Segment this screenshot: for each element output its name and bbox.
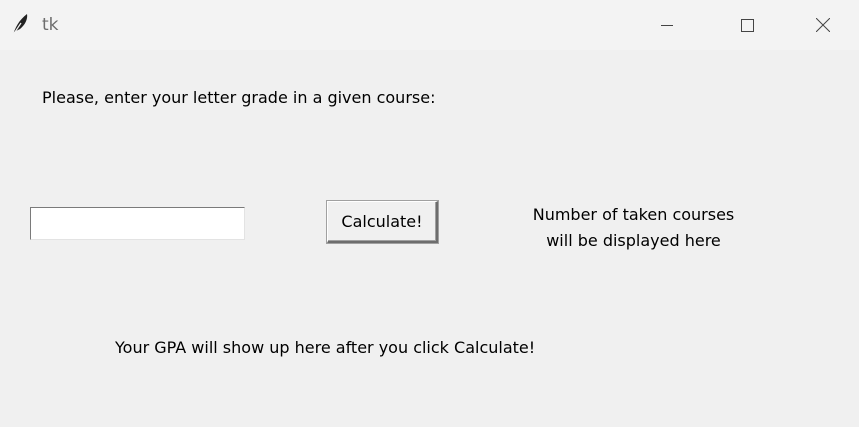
courses-label-line-2: will be displayed here bbox=[546, 231, 721, 250]
feather-icon bbox=[10, 12, 30, 36]
title-bar[interactable]: tk bbox=[0, 0, 859, 50]
maximize-icon bbox=[740, 18, 754, 32]
window-title: tk bbox=[42, 15, 59, 35]
courses-label-line-1: Number of taken courses bbox=[532, 205, 735, 224]
gpa-label: Your GPA will show up here after you cli… bbox=[115, 338, 536, 357]
grade-input[interactable] bbox=[30, 207, 245, 240]
app-window: tk Please, enter your letter grade in a … bbox=[0, 0, 859, 427]
courses-count-label: Number of taken courses will be displaye… bbox=[500, 202, 767, 254]
main-content: Please, enter your letter grade in a giv… bbox=[0, 50, 859, 427]
calculate-button[interactable]: Calculate! bbox=[327, 201, 438, 243]
maximize-button[interactable] bbox=[707, 0, 787, 50]
close-icon bbox=[816, 18, 830, 32]
close-button[interactable] bbox=[787, 0, 859, 50]
minimize-icon bbox=[661, 19, 673, 31]
prompt-label: Please, enter your letter grade in a giv… bbox=[42, 88, 436, 107]
minimize-button[interactable] bbox=[627, 0, 707, 50]
